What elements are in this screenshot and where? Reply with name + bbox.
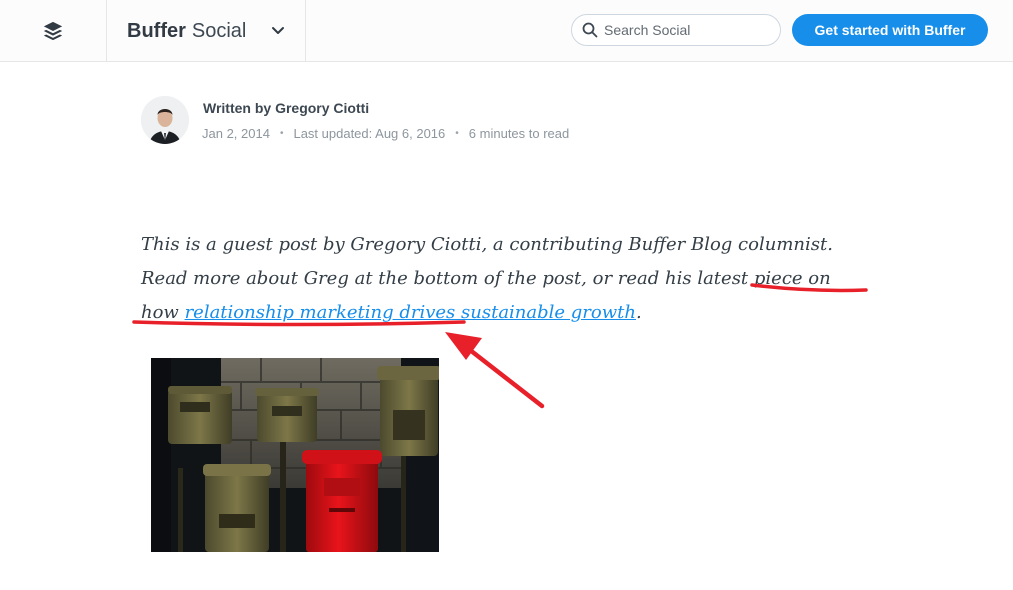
meta-separator: • — [455, 128, 459, 139]
author-avatar[interactable] — [141, 96, 189, 144]
search-input[interactable] — [604, 22, 774, 38]
buffer-layers-icon — [43, 21, 63, 41]
relationship-marketing-link[interactable]: relationship marketing drives sustainabl… — [185, 302, 636, 323]
top-navigation: Buffer Social Get started with Buffer — [0, 0, 1013, 62]
brand-name: Buffer — [127, 19, 186, 42]
author-name[interactable]: Written by Gregory Ciotti — [203, 100, 369, 116]
get-started-button[interactable]: Get started with Buffer — [792, 14, 988, 46]
search-box[interactable] — [571, 14, 781, 46]
post-meta: Jan 2, 2014 • Last updated: Aug 6, 2016 … — [202, 126, 569, 141]
search-icon — [582, 22, 598, 38]
brand-section: Social — [191, 19, 247, 42]
blog-selector[interactable]: Buffer Social — [107, 0, 306, 62]
annotation-arrow — [445, 332, 545, 409]
last-updated: Last updated: Aug 6, 2016 — [293, 126, 446, 141]
mailboxes-image — [151, 358, 439, 552]
meta-separator: • — [279, 128, 284, 139]
chevron-down-icon — [272, 27, 284, 34]
intro-text-end: . — [635, 302, 642, 323]
read-time: 6 minutes to read — [468, 126, 570, 141]
post-date: Jan 2, 2014 — [202, 126, 270, 141]
buffer-logo[interactable] — [0, 0, 107, 62]
intro-paragraph: This is a guest post by Gregory Ciotti, … — [141, 228, 871, 330]
